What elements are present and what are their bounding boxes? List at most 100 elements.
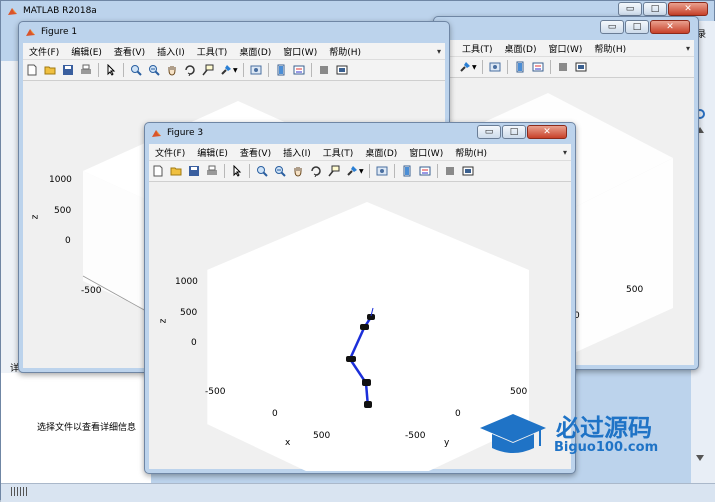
rotate-3d-icon[interactable] xyxy=(309,164,323,178)
new-figure-icon[interactable] xyxy=(151,164,165,178)
figure3-ylabel: y xyxy=(444,438,450,448)
figure3-menu-window[interactable]: 窗口(W) xyxy=(403,146,449,159)
brush-dropdown-icon[interactable]: ▼ xyxy=(233,67,238,74)
figure3-xtick-0: 0 xyxy=(272,409,278,419)
brush-icon[interactable] xyxy=(219,63,233,77)
figure3-close-button[interactable]: ✕ xyxy=(527,125,567,139)
open-file-icon[interactable] xyxy=(169,164,183,178)
zoom-in-icon[interactable] xyxy=(129,63,143,77)
figure3-maximize-button[interactable]: □ xyxy=(502,125,526,139)
figure2-menu-window[interactable]: 窗口(W) xyxy=(542,42,588,55)
brush-icon[interactable] xyxy=(458,60,472,74)
figure2-menu-desktop[interactable]: 桌面(D) xyxy=(499,42,543,55)
figure3-dock-icon[interactable]: ▾ xyxy=(563,148,567,157)
link-plot-icon[interactable] xyxy=(249,63,263,77)
matlab-minimize-button[interactable]: ▭ xyxy=(618,2,642,16)
close-icon: ✕ xyxy=(684,3,692,14)
figure1-menubar: 文件(F) 编辑(E) 查看(V) 插入(I) 工具(T) 桌面(D) 窗口(W… xyxy=(23,43,445,60)
link-plot-icon[interactable] xyxy=(375,164,389,178)
robot-joint-base xyxy=(364,401,372,408)
data-cursor-icon[interactable] xyxy=(201,63,215,77)
matlab-close-button[interactable]: ✕ xyxy=(668,2,708,16)
watermark: 必过源码 Biguo100.com xyxy=(478,408,708,468)
show-plot-tools-icon[interactable] xyxy=(335,63,349,77)
graduation-cap-icon xyxy=(480,414,546,453)
figure1-menu-help[interactable]: 帮助(H) xyxy=(323,45,367,58)
open-file-icon[interactable] xyxy=(43,63,57,77)
figure1-menu-desktop[interactable]: 桌面(D) xyxy=(233,45,277,58)
link-plot-icon[interactable] xyxy=(488,60,502,74)
print-icon[interactable] xyxy=(205,164,219,178)
data-cursor-icon[interactable] xyxy=(327,164,341,178)
save-icon[interactable] xyxy=(61,63,75,77)
figure3-menu-desktop[interactable]: 桌面(D) xyxy=(359,146,403,159)
toolbar-separator xyxy=(481,60,483,74)
pan-hand-icon[interactable] xyxy=(291,164,305,178)
legend-icon[interactable] xyxy=(292,63,306,77)
figure2-menu-tools[interactable]: 工具(T) xyxy=(456,42,499,55)
figure2-maximize-button[interactable]: □ xyxy=(625,20,649,34)
figure2-toolbar: ▼ xyxy=(438,57,694,78)
figure2-menu-help[interactable]: 帮助(H) xyxy=(588,42,632,55)
toolbar-separator xyxy=(224,164,225,178)
select-arrow-icon[interactable] xyxy=(230,164,244,178)
hide-plot-tools-icon[interactable] xyxy=(317,63,331,77)
figure2-menubar: 工具(T) 桌面(D) 窗口(W) 帮助(H) ▾ xyxy=(438,40,694,57)
close-icon: ✕ xyxy=(543,126,551,137)
legend-icon[interactable] xyxy=(418,164,432,178)
maximize-icon: □ xyxy=(509,126,519,137)
figure3-menu-file[interactable]: 文件(F) xyxy=(149,146,191,159)
figure1-menu-view[interactable]: 查看(V) xyxy=(108,45,151,58)
matlab-title: MATLAB R2018a xyxy=(23,6,97,16)
figure3-menu-tools[interactable]: 工具(T) xyxy=(317,146,360,159)
figure2-minimize-button[interactable]: ▭ xyxy=(600,20,624,34)
save-icon[interactable] xyxy=(187,164,201,178)
show-plot-tools-icon[interactable] xyxy=(461,164,475,178)
figure1-dock-icon[interactable]: ▾ xyxy=(437,47,441,56)
select-arrow-icon[interactable] xyxy=(104,63,118,77)
colorbar-icon[interactable] xyxy=(513,60,527,74)
figure1-xtick-neg500: -500 xyxy=(81,286,102,296)
minimize-icon: ▭ xyxy=(484,126,494,137)
print-icon[interactable] xyxy=(79,63,93,77)
details-status-text: 选择文件以查看详细信息 xyxy=(37,423,137,433)
zoom-out-icon[interactable] xyxy=(147,63,161,77)
brush-dropdown-icon[interactable]: ▼ xyxy=(472,64,477,71)
minimize-icon: ▭ xyxy=(625,3,635,14)
toolbar-separator xyxy=(249,164,250,178)
brush-icon[interactable] xyxy=(345,164,359,178)
legend-icon[interactable] xyxy=(531,60,545,74)
figure1-menu-insert[interactable]: 插入(I) xyxy=(151,45,191,58)
figure3-menu-insert[interactable]: 插入(I) xyxy=(277,146,317,159)
figure3-menu-view[interactable]: 查看(V) xyxy=(234,146,277,159)
toolbar-separator xyxy=(506,60,508,74)
figure1-menu-edit[interactable]: 编辑(E) xyxy=(65,45,108,58)
toolbar-separator xyxy=(393,164,395,178)
pan-hand-icon[interactable] xyxy=(165,63,179,77)
matlab-maximize-button[interactable]: □ xyxy=(643,2,667,16)
new-figure-icon[interactable] xyxy=(25,63,39,77)
rotate-3d-icon[interactable] xyxy=(183,63,197,77)
figure1-ztick-500: 500 xyxy=(54,206,72,216)
hide-plot-tools-icon[interactable] xyxy=(443,164,457,178)
toolbar-separator xyxy=(98,63,99,77)
hide-plot-tools-icon[interactable] xyxy=(556,60,570,74)
figure2-close-button[interactable]: ✕ xyxy=(650,20,690,34)
figure3-window-controls: ▭ □ ✕ xyxy=(476,125,567,141)
figure1-menu-tools[interactable]: 工具(T) xyxy=(191,45,234,58)
figure3-minimize-button[interactable]: ▭ xyxy=(477,125,501,139)
zoom-in-icon[interactable] xyxy=(255,164,269,178)
figure1-menu-window[interactable]: 窗口(W) xyxy=(277,45,323,58)
toolbar-separator xyxy=(123,63,124,77)
figure3-toolbar: ▼ xyxy=(149,161,571,182)
figure1-menu-file[interactable]: 文件(F) xyxy=(23,45,65,58)
figure3-menu-edit[interactable]: 编辑(E) xyxy=(191,146,234,159)
zoom-out-icon[interactable] xyxy=(273,164,287,178)
figure3-menu-help[interactable]: 帮助(H) xyxy=(449,146,493,159)
colorbar-icon[interactable] xyxy=(274,63,288,77)
figure2-dock-icon[interactable]: ▾ xyxy=(686,44,690,53)
show-plot-tools-icon[interactable] xyxy=(574,60,588,74)
colorbar-icon[interactable] xyxy=(400,164,414,178)
figure3-title: Figure 3 xyxy=(167,128,204,138)
brush-dropdown-icon[interactable]: ▼ xyxy=(359,168,364,175)
